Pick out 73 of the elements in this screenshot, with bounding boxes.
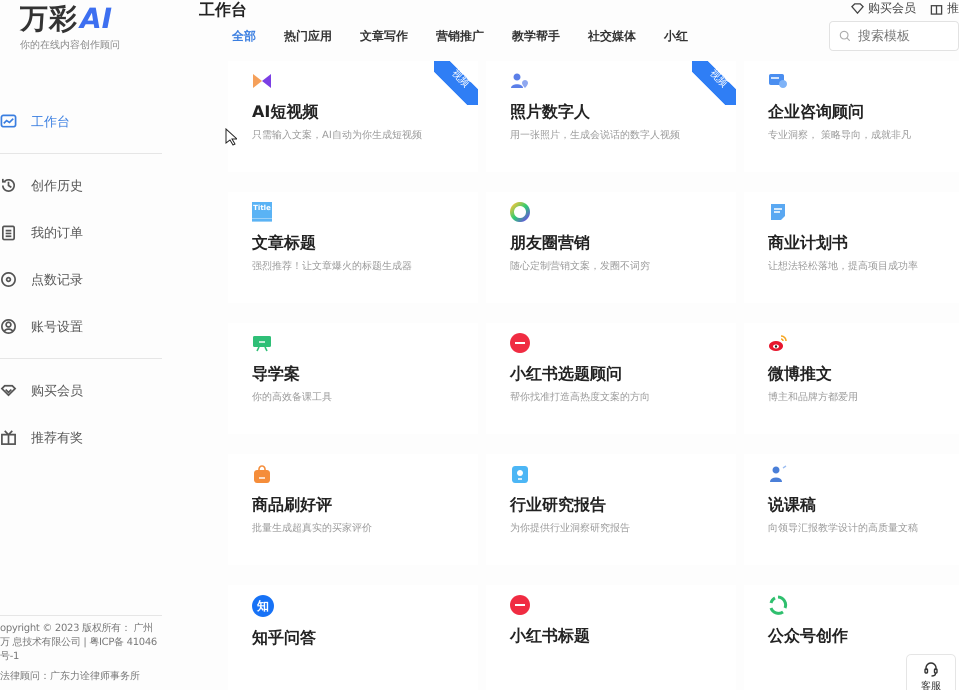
category-tab[interactable]: 全部 [232, 28, 256, 44]
card-title: 导学案 [252, 364, 301, 385]
bag-icon [252, 464, 272, 484]
brand-tagline: 你的在线内容创作顾问 [20, 38, 121, 52]
diamond-icon [0, 382, 17, 399]
headset-icon [923, 661, 939, 677]
category-tab[interactable]: 小红 [664, 28, 688, 44]
sidebar-item[interactable]: 推荐有奖 [0, 420, 162, 455]
card-title: 小红书选题顾问 [510, 364, 623, 385]
bowtie-icon [252, 71, 272, 91]
teacher-icon [768, 464, 788, 484]
card-description: 为你提供行业洞察研究报告 [510, 522, 631, 535]
card-description: 专业洞察， 策略导向，成就非凡 [768, 128, 912, 142]
card-title: 公众号创作 [768, 626, 849, 647]
card-description: 强烈推荐！让文章爆火的标题生成器 [252, 260, 413, 273]
card-title: 行业研究报告 [510, 495, 607, 516]
header-link[interactable]: 购买会员 [851, 0, 916, 17]
badge-icon [510, 464, 530, 484]
card-title: 朋友圈营销 [510, 233, 591, 254]
category-tab[interactable]: 热门应用 [284, 28, 332, 44]
category-tab[interactable]: 教学帮手 [512, 28, 560, 44]
card-title: AI短视频 [252, 102, 320, 123]
ring-arrows-icon [768, 595, 788, 615]
card-description: 用一张照片，生成会说话的数字人视频 [510, 128, 681, 142]
sidebar-item[interactable]: 购买会员 [0, 373, 162, 408]
zhihu-icon: 知 [252, 595, 274, 617]
card-description: 帮你找准打造高热度文案的方向 [510, 390, 651, 404]
logo-mark: AI [80, 2, 112, 36]
search-field[interactable]: 搜索模板 [829, 21, 959, 51]
note-icon [768, 202, 788, 222]
user-icon [0, 318, 17, 335]
card-title: 商业计划书 [768, 233, 849, 254]
category-tab[interactable]: 营销推广 [436, 28, 484, 44]
card-description: 向领导汇报教学设计的高质量文稿 [768, 522, 919, 535]
sidebar-item[interactable]: 账号设置 [0, 309, 162, 344]
sidebar-item[interactable]: 点数记录 [0, 262, 162, 297]
card-title: 小红书标题 [510, 626, 591, 647]
copyright-text: opyright © 2023 版权所有： 广州万 息技术有限公司 | 粤ICP备 41046号-1 [0, 622, 158, 664]
weibo-icon [768, 333, 788, 353]
legal-text: 法律顾问：广东力诠律师事务所 [0, 670, 141, 684]
card-title: 微博推文 [768, 364, 833, 385]
aperture-icon [510, 202, 530, 222]
easel-icon [252, 333, 272, 353]
category-tab[interactable]: 文章写作 [360, 28, 408, 44]
diamond-icon [851, 2, 864, 15]
card-description: 只需输入文案，AI自动为你生成短视频 [252, 128, 423, 142]
card-description: 博主和品牌方都爱用 [768, 390, 859, 404]
card-title: 企业咨询顾问 [768, 102, 865, 123]
sidebar-item[interactable]: 创作历史 [0, 168, 162, 203]
header-link[interactable]: 推 [930, 0, 959, 17]
clipboard-icon [0, 224, 17, 241]
target-icon [0, 271, 17, 288]
card-title: 文章标题 [252, 233, 317, 254]
card-title: 知乎问答 [252, 628, 317, 649]
video-ribbon: 视频 [692, 61, 736, 105]
card-description: 批量生成超真实的买家评价 [252, 522, 373, 535]
sidebar-item[interactable]: 我的订单 [0, 215, 162, 250]
card-description: 你的高效备课工具 [252, 390, 333, 404]
card-description: 随心定制营销文案，发圈不词穷 [510, 260, 651, 273]
sidebar-item[interactable]: 工作台 [0, 104, 162, 139]
page-title: 工作台 [199, 0, 247, 21]
card-description: 让想法轻松落地，提高项目成功率 [768, 260, 919, 273]
cursor-icon [225, 128, 237, 146]
person-icon [510, 71, 530, 91]
category-tab[interactable]: 社交媒体 [588, 28, 636, 44]
logo-wordmark: 万彩 [20, 2, 78, 36]
card-title: 说课稿 [768, 495, 817, 516]
history-icon [0, 177, 17, 194]
card-title: 照片数字人 [510, 102, 591, 123]
video-ribbon: 视频 [434, 61, 478, 105]
card-icon [768, 71, 788, 91]
card-title: 商品刷好评 [252, 495, 333, 516]
chart-icon [0, 113, 17, 130]
